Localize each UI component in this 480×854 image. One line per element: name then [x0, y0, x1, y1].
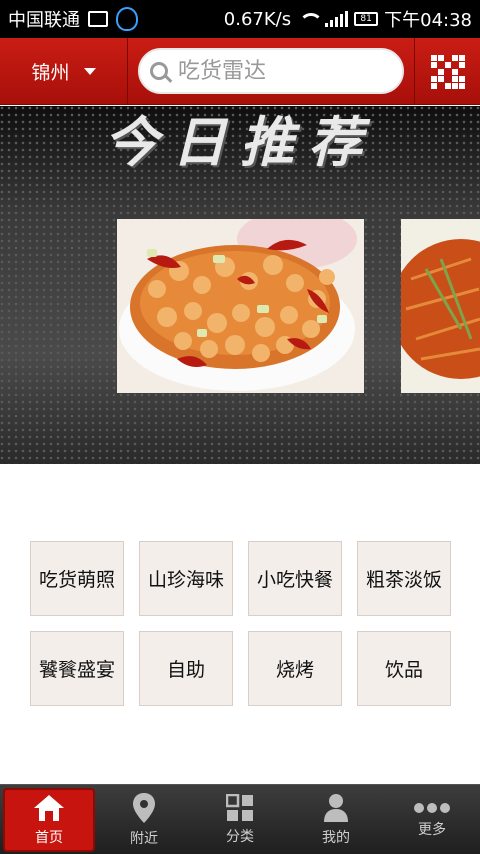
status-bar: 中国联通 0.67K/s 81 下午04:38 — [0, 0, 480, 38]
qr-scan-button[interactable] — [414, 38, 480, 105]
tab-more[interactable]: 更多 — [384, 785, 480, 854]
category-item[interactable]: 粗茶淡饭 — [357, 541, 451, 616]
tab-mine[interactable]: 我的 — [288, 785, 384, 854]
dish-image-shredded-pork[interactable] — [401, 219, 480, 393]
city-selector[interactable]: 锦州 — [0, 38, 128, 105]
image-notification-icon — [88, 11, 108, 27]
qr-code-icon — [430, 54, 465, 89]
clock: 下午04:38 — [384, 10, 472, 31]
tab-label: 分类 — [226, 829, 254, 845]
dropdown-caret-icon — [83, 68, 96, 75]
top-header: 锦州 — [0, 38, 480, 105]
tab-category[interactable]: 分类 — [192, 785, 288, 854]
category-item[interactable]: 吃货萌照 — [30, 541, 124, 616]
bottom-tab-bar: 首页 附近 分类 我的 更多 — [0, 784, 480, 854]
search-input[interactable] — [178, 58, 388, 84]
wifi-icon — [297, 11, 324, 27]
tab-nearby[interactable]: 附近 — [96, 785, 192, 854]
tab-label: 附近 — [130, 831, 158, 847]
qq-notification-icon — [116, 7, 138, 31]
more-icon — [414, 803, 450, 813]
banner-title: 今日推荐 — [104, 110, 376, 174]
location-pin-icon — [133, 793, 155, 823]
battery-icon: 81 — [354, 12, 379, 26]
home-icon — [34, 795, 64, 821]
category-item[interactable]: 自助 — [139, 631, 233, 706]
tab-label: 首页 — [35, 830, 63, 846]
tab-label: 我的 — [322, 830, 350, 846]
dish-image-kung-pao-chicken[interactable] — [117, 219, 364, 393]
city-label: 锦州 — [31, 62, 70, 84]
grid-icon — [226, 794, 253, 821]
signal-icon — [325, 11, 349, 27]
category-item[interactable]: 饕餮盛宴 — [30, 631, 124, 706]
carrier-label: 中国联通 — [8, 10, 80, 31]
category-item[interactable]: 山珍海味 — [139, 541, 233, 616]
recommendation-banner[interactable]: 今日推荐 — [0, 106, 480, 464]
tab-label: 更多 — [418, 822, 446, 838]
tab-home[interactable]: 首页 — [3, 788, 95, 852]
search-box[interactable] — [138, 48, 404, 94]
network-speed: 0.67K/s — [223, 8, 292, 30]
user-icon — [324, 794, 348, 822]
app-screen: 中国联通 0.67K/s 81 下午04:38 锦州 吃货雷达 今日推荐 吃货萌… — [0, 0, 480, 854]
search-icon — [150, 62, 168, 80]
category-item[interactable]: 饮品 — [357, 631, 451, 706]
category-item[interactable]: 小吃快餐 — [248, 541, 342, 616]
category-item[interactable]: 烧烤 — [248, 631, 342, 706]
